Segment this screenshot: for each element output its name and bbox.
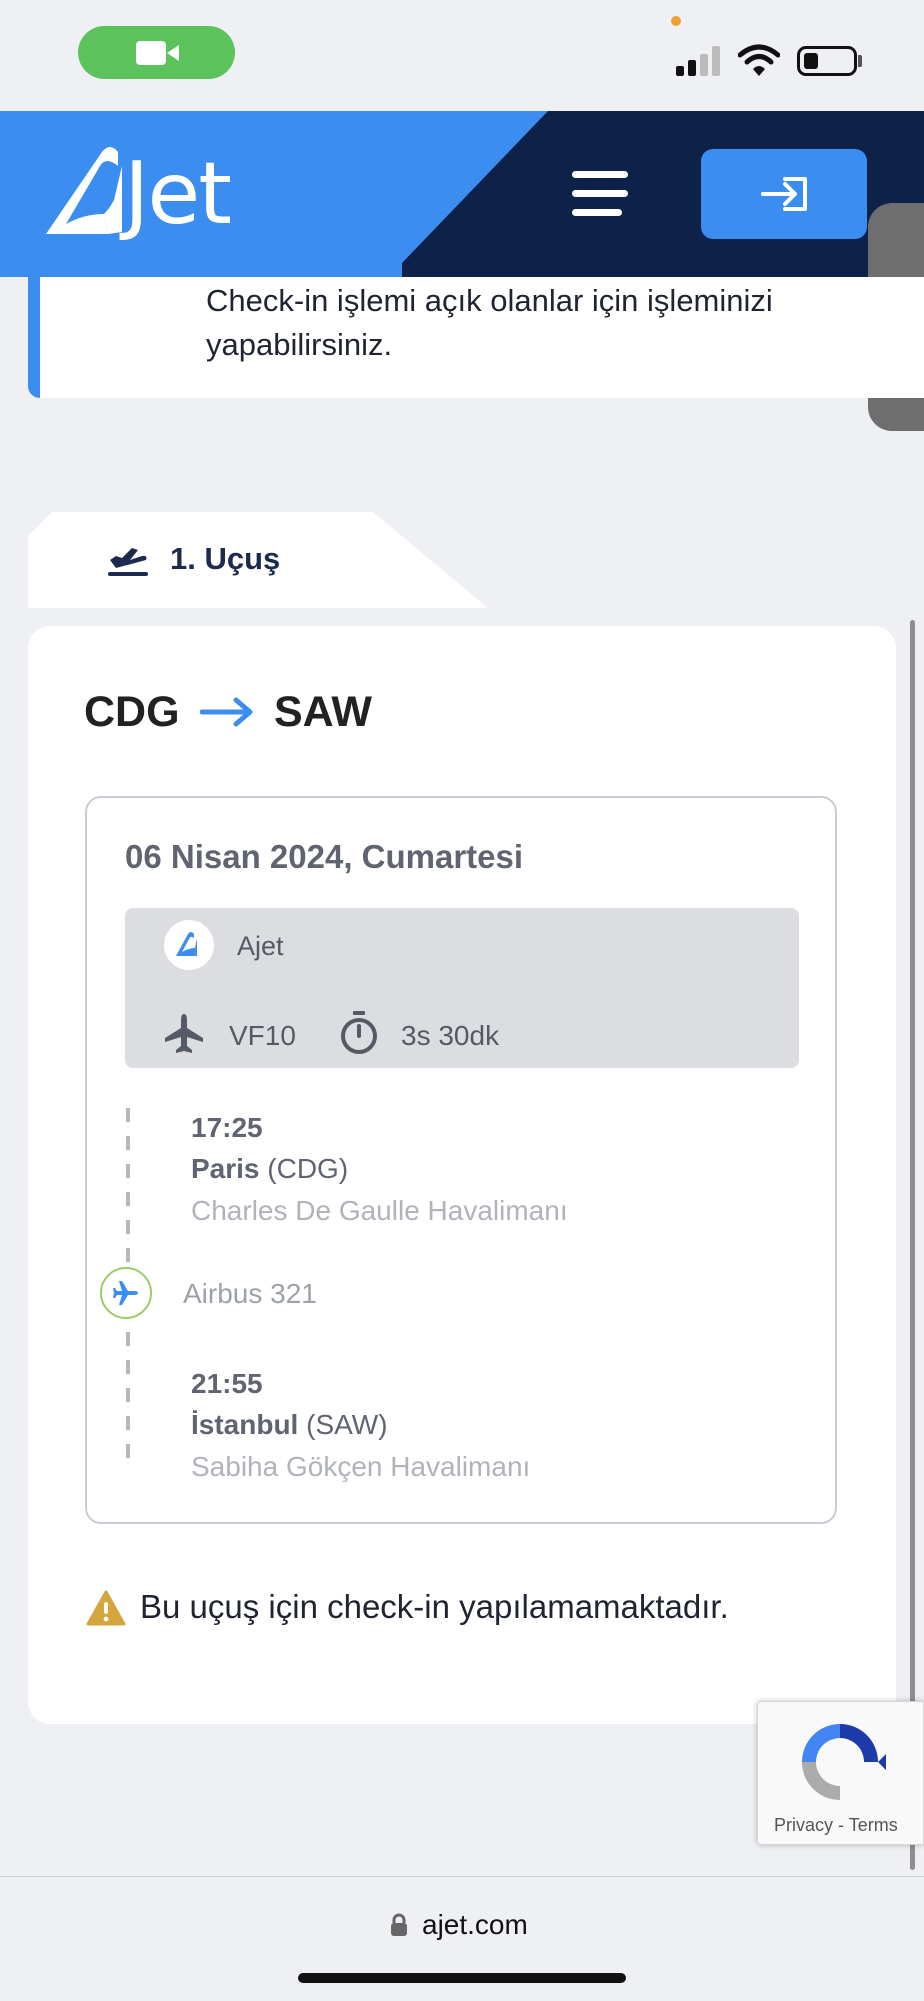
cellular-signal-icon bbox=[676, 46, 724, 76]
plane-departure-icon bbox=[108, 548, 148, 576]
flight-card: CDG SAW 06 Nisan 2024, Cumartesi Ajet VF… bbox=[28, 626, 896, 1724]
warning-text: Bu uçuş için check-in yapılamamaktadır. bbox=[140, 1588, 729, 1625]
flight-duration: 3s 30dk bbox=[401, 1020, 500, 1051]
wifi-icon bbox=[738, 44, 780, 76]
departure-city: Paris (CDG) bbox=[191, 1153, 349, 1184]
recaptcha-links: Privacy - Terms bbox=[774, 1815, 898, 1836]
airline-name: Ajet bbox=[237, 931, 284, 961]
flight-date: 06 Nisan 2024, Cumartesi bbox=[125, 838, 524, 875]
privacy-link[interactable]: Privacy bbox=[774, 1815, 833, 1835]
terms-link[interactable]: Terms bbox=[849, 1815, 898, 1835]
arrival-time: 21:55 bbox=[191, 1368, 263, 1399]
privacy-indicator-dot bbox=[671, 16, 681, 26]
battery-tip bbox=[858, 55, 862, 67]
page-scrollbar[interactable] bbox=[910, 620, 915, 1870]
warning-triangle-icon bbox=[86, 1590, 126, 1626]
arrival-airport: Sabiha Gökçen Havalimanı bbox=[191, 1451, 531, 1482]
home-indicator[interactable] bbox=[298, 1973, 626, 1983]
departure-time: 17:25 bbox=[191, 1112, 263, 1143]
flight-number: VF10 bbox=[229, 1020, 296, 1051]
aircraft-marker bbox=[100, 1267, 152, 1319]
checkin-info-text: Check-in işlemi açık olanlar için işlemi… bbox=[206, 283, 773, 362]
status-bar bbox=[0, 0, 924, 111]
departure-segment: 17:25 Paris (CDG) Charles De Gaulle Hava… bbox=[191, 1108, 568, 1232]
recaptcha-badge[interactable]: Privacy - Terms bbox=[757, 1701, 924, 1845]
url-text: ajet.com bbox=[422, 1909, 528, 1940]
arrival-segment: 21:55 İstanbul (SAW) Sabiha Gökçen Haval… bbox=[191, 1364, 530, 1488]
tab-label: 1. Uçuş bbox=[170, 541, 281, 576]
arrow-right-icon bbox=[200, 697, 253, 727]
airplane-icon bbox=[165, 1014, 203, 1053]
aircraft-type: Airbus 321 bbox=[183, 1278, 317, 1309]
login-arrow-icon bbox=[761, 177, 807, 211]
airline-logo-icon bbox=[164, 920, 214, 970]
departure-airport: Charles De Gaulle Havalimanı bbox=[191, 1195, 568, 1226]
logo-text: Jet bbox=[124, 144, 232, 244]
site-header: Jet bbox=[0, 111, 924, 277]
recaptcha-link-separator: - bbox=[838, 1815, 845, 1835]
route-destination: SAW bbox=[274, 688, 372, 736]
video-camera-icon bbox=[136, 41, 179, 65]
browser-bottom-bar: ajet.com bbox=[0, 1876, 924, 2001]
screen-recording-indicator[interactable] bbox=[78, 26, 235, 79]
stopwatch-icon bbox=[341, 1011, 377, 1054]
checkin-info-card: Check-in işlemi açık olanlar için işlemi… bbox=[28, 277, 924, 398]
recaptcha-logo-icon bbox=[802, 1724, 886, 1800]
hamburger-menu-icon[interactable] bbox=[572, 171, 630, 217]
airplane-icon bbox=[113, 1281, 138, 1305]
login-button[interactable] bbox=[701, 149, 867, 239]
battery-icon bbox=[797, 46, 857, 76]
airline-info: Ajet VF10 3s 30dk bbox=[125, 908, 799, 1068]
lock-icon bbox=[391, 1913, 407, 1936]
arrival-city: İstanbul (SAW) bbox=[191, 1409, 388, 1440]
tab-flight-1[interactable]: 1. Uçuş bbox=[28, 512, 488, 608]
flight-details-box: 06 Nisan 2024, Cumartesi Ajet VF10 3s 30… bbox=[85, 796, 837, 1524]
route-origin: CDG bbox=[84, 688, 180, 736]
